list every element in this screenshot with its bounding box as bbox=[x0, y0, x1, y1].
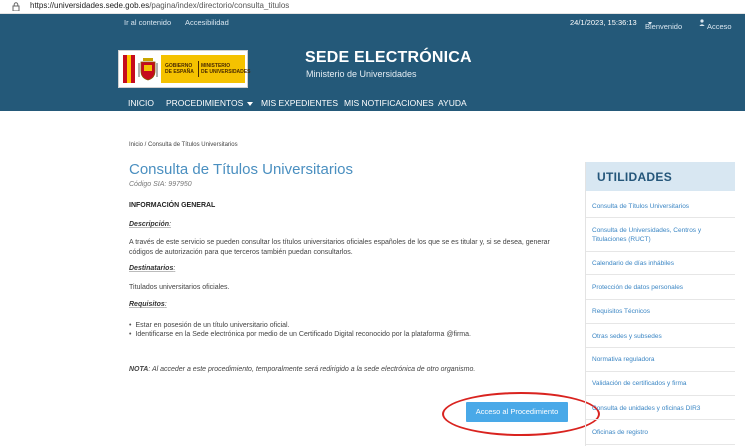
nav-mis-expedientes[interactable]: MIS EXPEDIENTES bbox=[261, 98, 338, 108]
section-heading: INFORMACIÓN GENERAL bbox=[129, 202, 216, 209]
lock-icon bbox=[12, 2, 20, 11]
access-link[interactable]: Acceso bbox=[699, 18, 732, 31]
chevron-down-icon bbox=[648, 22, 652, 25]
sidebar-header: UTILIDADES bbox=[586, 162, 735, 191]
requirements-label: Requisitos: bbox=[129, 301, 167, 308]
skip-to-content-link[interactable]: Ir al contenido bbox=[124, 18, 171, 27]
list-item: Estar en posesión de un título universit… bbox=[129, 321, 559, 330]
browser-address-bar[interactable]: https://universidades.sede.gob.es/pagina… bbox=[0, 0, 745, 14]
nav-ayuda[interactable]: AYUDA bbox=[438, 98, 467, 108]
user-icon bbox=[699, 19, 705, 26]
coat-of-arms-icon bbox=[138, 58, 158, 81]
sidebar-item-otras-sedes[interactable]: Otras sedes y subsedes bbox=[586, 324, 735, 348]
requirements-list: Estar en posesión de un título universit… bbox=[129, 321, 559, 339]
description-label: Descripción: bbox=[129, 221, 172, 228]
sidebar-item-validacion[interactable]: Validación de certificados y firma bbox=[586, 372, 735, 396]
url-text: https://universidades.sede.gob.es/pagina… bbox=[30, 1, 290, 10]
site-title: SEDE ELECTRÓNICA bbox=[305, 49, 472, 66]
logo-text-ministerio: MINISTERIO DE UNIVERSIDADES bbox=[201, 63, 251, 75]
recipients-label: Destinatarios: bbox=[129, 265, 176, 272]
description-text: A través de este servicio se pueden cons… bbox=[129, 239, 550, 256]
utilities-sidebar: UTILIDADES Consulta de Títulos Universit… bbox=[585, 162, 735, 446]
datetime-display: 24/1/2023, 15:36:13 bbox=[570, 18, 637, 27]
page-title: Consulta de Títulos Universitarios bbox=[129, 161, 353, 178]
accessibility-link[interactable]: Accesibilidad bbox=[185, 18, 229, 27]
main-navigation: INICIO PROCEDIMIENTOS MIS EXPEDIENTES MI… bbox=[0, 94, 745, 112]
list-item: Identificarse en la Sede electrónica por… bbox=[129, 330, 559, 339]
sidebar-item-normativa[interactable]: Normativa reguladora bbox=[586, 348, 735, 372]
nav-inicio[interactable]: INICIO bbox=[128, 98, 154, 108]
breadcrumb[interactable]: Inicio / Consulta de Títulos Universitar… bbox=[129, 142, 238, 148]
logo-text-gobierno: GOBIERNO DE ESPAÑA bbox=[165, 63, 194, 75]
sidebar-item-ruct[interactable]: Consulta de Universidades, Centros y Tit… bbox=[586, 218, 735, 252]
recipients-text: Titulados universitarios oficiales. bbox=[129, 284, 230, 291]
sidebar-item-calendario[interactable]: Calendario de días inhábiles bbox=[586, 252, 735, 275]
sidebar-item-consulta-titulos[interactable]: Consulta de Títulos Universitarios bbox=[586, 191, 735, 218]
sidebar-item-oficinas-registro[interactable]: Oficinas de registro bbox=[586, 420, 735, 445]
site-subtitle: Ministerio de Universidades bbox=[306, 69, 417, 79]
sidebar-item-requisitos[interactable]: Requisitos Técnicos bbox=[586, 300, 735, 324]
note-text: NOTA: Al acceder a este procedimiento, t… bbox=[129, 366, 476, 373]
sidebar-item-dir3[interactable]: Consulta de unidades y oficinas DIR3 bbox=[586, 396, 735, 420]
nav-mis-notificaciones[interactable]: MIS NOTIFICACIONES bbox=[344, 98, 434, 108]
government-logo[interactable]: GOBIERNO DE ESPAÑA MINISTERIO DE UNIVERS… bbox=[118, 50, 251, 88]
access-procedure-button[interactable]: Acceso al Procedimiento bbox=[466, 402, 568, 422]
nav-procedimientos[interactable]: PROCEDIMIENTOS bbox=[166, 98, 254, 108]
sidebar-item-proteccion-datos[interactable]: Protección de datos personales bbox=[586, 275, 735, 300]
site-header: Ir al contenido Accesibilidad 24/1/2023,… bbox=[0, 14, 745, 111]
chevron-down-icon bbox=[247, 101, 254, 106]
sia-code: Código SIA: 997950 bbox=[129, 181, 192, 188]
